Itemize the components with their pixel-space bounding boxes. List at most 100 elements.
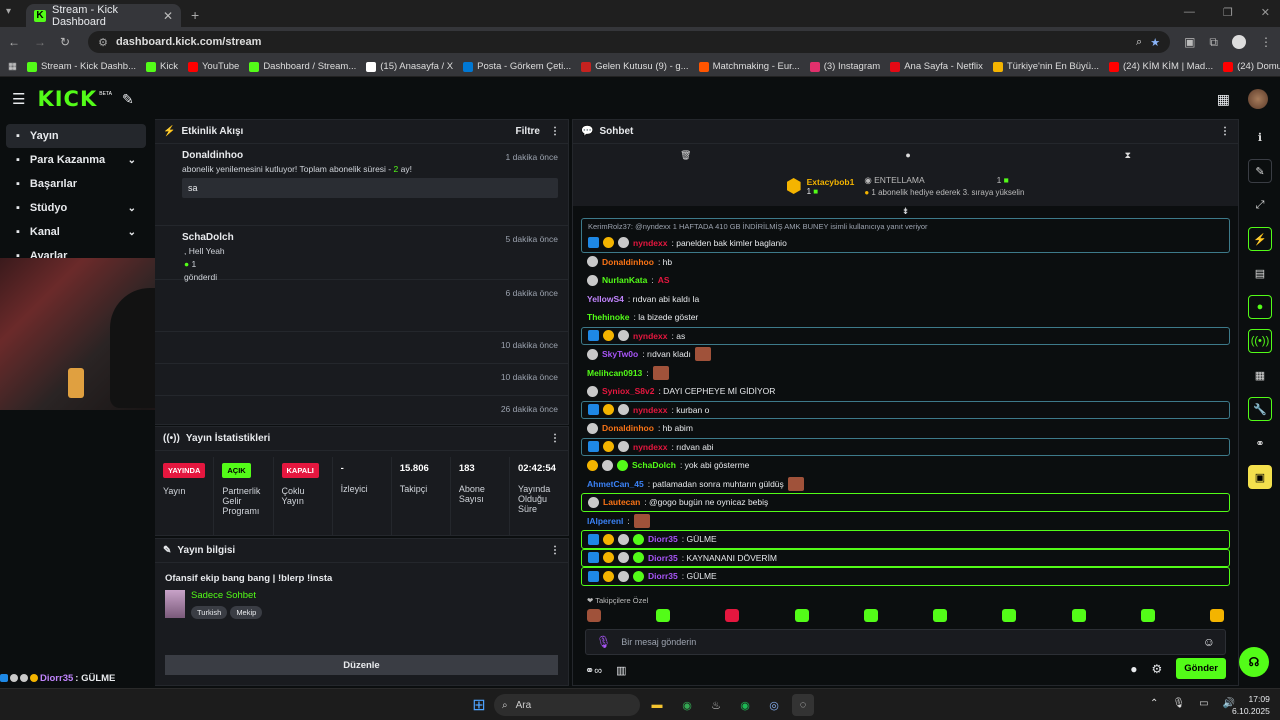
bookmark-item[interactable]: Dashboard / Stream...: [249, 61, 356, 72]
chat-username[interactable]: NurlanKata: [602, 275, 647, 285]
lightning-rail-icon[interactable]: ⚡: [1248, 227, 1272, 251]
back-icon[interactable]: ←: [8, 35, 20, 49]
site-info-icon[interactable]: ⚙: [98, 36, 108, 49]
close-window-icon[interactable]: ✕: [1261, 6, 1270, 19]
browser-menu-icon[interactable]: ⋮: [1260, 35, 1272, 49]
bookmark-item[interactable]: Gelen Kutusu (9) - g...: [581, 61, 689, 72]
chat-username[interactable]: nyndexx: [633, 405, 668, 415]
obs-icon[interactable]: ◌: [792, 694, 814, 716]
apps-grid-icon[interactable]: ▦: [8, 61, 17, 72]
info-icon[interactable]: ℹ: [1248, 125, 1272, 149]
more-options-icon[interactable]: ⋮: [550, 545, 560, 556]
chat-input[interactable]: 🎙 Bir mesaj gönderin ☺: [585, 629, 1226, 655]
chat-bubble-icon[interactable]: ●: [1130, 662, 1137, 676]
maximize-icon[interactable]: ❐: [1223, 6, 1233, 19]
reload-icon[interactable]: ↻: [60, 35, 70, 49]
tag-pill[interactable]: Turkish: [191, 606, 228, 619]
support-chat-icon[interactable]: ☊: [1239, 647, 1269, 677]
send-button[interactable]: Gönder: [1176, 658, 1226, 679]
extensions-puzzle-icon[interactable]: ⧉: [1209, 35, 1218, 50]
activity-username[interactable]: SchaDolch: [165, 232, 558, 243]
emote-icon[interactable]: [1002, 608, 1017, 622]
hamburger-menu-icon[interactable]: ☰: [12, 90, 25, 108]
profile-avatar-icon[interactable]: [1231, 35, 1246, 49]
browser-tab[interactable]: K Stream - Kick Dashboard ✕: [26, 4, 181, 28]
top-gifter-name[interactable]: Extacybob1: [807, 177, 855, 187]
sidebar-item[interactable]: ▪ Para Kazanma ⌄: [6, 148, 146, 172]
broadcast-rail-icon[interactable]: ((•)): [1248, 329, 1272, 353]
bookmark-item[interactable]: YouTube: [187, 61, 239, 72]
document-icon[interactable]: ▤: [1248, 261, 1272, 285]
category-name[interactable]: Sadece Sohbet: [191, 590, 265, 601]
chat-username[interactable]: YellowS4: [587, 294, 624, 304]
bookmark-item[interactable]: Türkiye'nin En Büyü...: [992, 61, 1099, 72]
more-options-icon[interactable]: ⋮: [1220, 126, 1230, 137]
emote-icon[interactable]: [725, 608, 740, 622]
activity-username[interactable]: Donaldinhoo: [165, 150, 558, 161]
chat-settings-icon[interactable]: ●: [905, 150, 910, 160]
spotify-icon[interactable]: ◉: [734, 694, 756, 716]
fullscreen-icon[interactable]: ⤢: [1248, 193, 1272, 217]
chat-username[interactable]: nyndexx: [633, 331, 668, 341]
tray-chevron-icon[interactable]: ⌃: [1150, 698, 1158, 709]
chat-username[interactable]: Thehinoke: [587, 312, 630, 322]
edit-layout-icon[interactable]: ✎: [122, 91, 134, 108]
chevron-down-icon[interactable]: ⌄: [128, 227, 136, 238]
chat-username[interactable]: nyndexx: [633, 238, 668, 248]
hourglass-icon[interactable]: ⧗: [1125, 150, 1131, 161]
kick-logo[interactable]: KICK: [37, 87, 97, 111]
wrench-icon[interactable]: 🔧: [1248, 397, 1272, 421]
app-icon[interactable]: ◎: [763, 694, 785, 716]
trash-icon[interactable]: 🗑: [680, 150, 691, 161]
more-options-icon[interactable]: ⋮: [550, 433, 560, 444]
chat-username[interactable]: Lautecan: [603, 497, 640, 507]
chat-rail-icon[interactable]: ●: [1248, 295, 1272, 319]
bookmark-item[interactable]: (15) Anasayfa / X: [366, 61, 453, 72]
emote-icon[interactable]: [1209, 608, 1224, 622]
network-icon[interactable]: ▭: [1199, 698, 1208, 709]
url-text[interactable]: dashboard.kick.com/stream: [116, 36, 1128, 48]
taskbar-search[interactable]: ⌕ Ara: [494, 694, 640, 716]
sidebar-item[interactable]: ▪ Kanal ⌄: [6, 220, 146, 244]
emote-icon[interactable]: [933, 608, 948, 622]
bookmark-item[interactable]: Kick: [146, 61, 178, 72]
url-bar[interactable]: ⚙ dashboard.kick.com/stream ⌕ ★: [88, 31, 1171, 53]
emote-icon[interactable]: [656, 608, 671, 622]
chat-username[interactable]: Melihcan0913: [587, 368, 642, 378]
chevron-down-icon[interactable]: ⌄: [128, 155, 136, 166]
emote-icon[interactable]: [1140, 608, 1155, 622]
sidebar-item[interactable]: ▪ Yayın: [6, 124, 146, 148]
emoji-icon[interactable]: ☺: [1203, 635, 1215, 649]
chat-username[interactable]: lAlperenl: [587, 516, 623, 526]
bookmark-item[interactable]: Stream - Kick Dashb...: [26, 61, 136, 72]
new-tab-icon[interactable]: +: [191, 7, 199, 23]
chat-input-placeholder[interactable]: Bir mesaj gönderin: [621, 637, 1193, 647]
expand-chevron-icon[interactable]: ⇟: [573, 206, 1238, 216]
chat-username[interactable]: Diorr35: [648, 534, 678, 544]
file-explorer-icon[interactable]: ▬: [646, 694, 668, 716]
steam-icon[interactable]: ♨: [705, 694, 727, 716]
clock[interactable]: 17:09 6.10.2025: [1232, 693, 1270, 717]
chat-username[interactable]: Donaldinhoo: [602, 423, 654, 433]
chat-username[interactable]: SkyTw0o: [602, 349, 638, 359]
chat-username[interactable]: Diorr35: [648, 571, 678, 581]
nodes-icon[interactable]: ⚭: [1248, 431, 1272, 455]
bookmark-item[interactable]: Ana Sayfa - Netflix: [890, 61, 983, 72]
mic-icon[interactable]: 🎙: [1172, 698, 1185, 709]
sidebar-item[interactable]: ▪ Stüdyo ⌄: [6, 196, 146, 220]
tab-close-icon[interactable]: ✕: [163, 9, 173, 23]
extension-icon[interactable]: ▣: [1184, 35, 1195, 49]
bookmark-item[interactable]: Posta - Görkem Çeti...: [463, 61, 571, 72]
forward-icon[interactable]: →: [34, 35, 46, 49]
gear-icon[interactable]: ⚙: [1151, 662, 1162, 676]
minimize-icon[interactable]: —: [1184, 6, 1195, 19]
chat-username[interactable]: SchaDolch: [632, 460, 676, 470]
emote-icon[interactable]: [1071, 608, 1086, 622]
chat-username[interactable]: Diorr35: [648, 553, 678, 563]
tag-pill[interactable]: Mekip: [230, 606, 263, 619]
bookmark-item[interactable]: (3) Instagram: [809, 61, 880, 72]
chat-username[interactable]: AhmetCan_45: [587, 479, 644, 489]
chrome-icon[interactable]: ◉: [676, 694, 698, 716]
emote-icon[interactable]: [863, 608, 878, 622]
zoom-icon[interactable]: ⌕: [1136, 36, 1142, 49]
